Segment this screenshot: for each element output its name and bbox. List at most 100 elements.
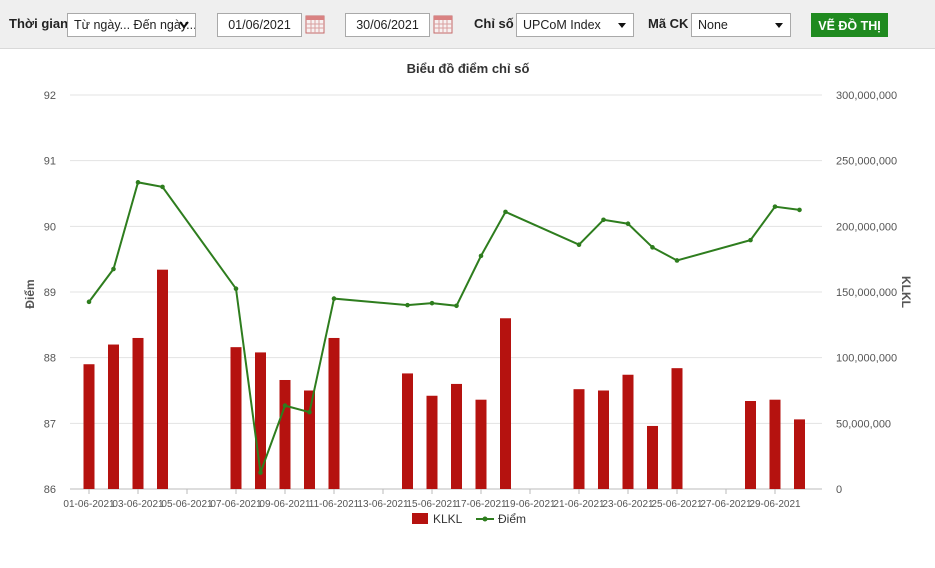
y2-tick-label: 100,000,000: [836, 353, 897, 365]
legend: KLKL Điểm: [412, 512, 526, 526]
x-tick-label: 09-06-2021: [259, 499, 311, 510]
from-date-input[interactable]: 01/06/2021: [217, 13, 302, 37]
caret-down-icon: [774, 14, 784, 36]
index-point: [135, 180, 141, 185]
index-line: [86, 180, 802, 475]
index-point: [233, 286, 239, 292]
x-tick-label: 01-06-2021: [63, 499, 115, 510]
volume-bar: [769, 399, 781, 489]
volume-bar: [622, 374, 634, 489]
chevron-down-icon: [179, 14, 189, 36]
y2-tick-label: 0: [836, 484, 842, 496]
x-tick-label: 03-06-2021: [112, 499, 164, 510]
volume-bar: [230, 347, 242, 489]
index-point: [650, 245, 655, 250]
volume-bar: [132, 337, 144, 489]
index-point: [86, 299, 92, 305]
y-axis-label: Điểm: [23, 279, 37, 308]
volume-bar: [745, 401, 756, 489]
x-tick-label: 17-06-2021: [455, 499, 507, 510]
index-point: [282, 403, 288, 408]
x-tick-label: 07-06-2021: [210, 499, 262, 510]
filter-toolbar: Thời gian Từ ngày... Đến ngày... 01/06/2…: [0, 0, 935, 49]
index-point: [331, 296, 337, 301]
y2-axis-label: KLKL: [899, 276, 913, 308]
volume-bar: [279, 379, 291, 489]
index-point: [454, 303, 459, 309]
index-point: [625, 221, 631, 227]
time-range-value: Từ ngày... Đến ngày...: [74, 18, 196, 32]
index-point: [674, 258, 680, 263]
time-label: Thời gian: [9, 16, 69, 31]
stock-code-label: Mã CK: [648, 16, 689, 31]
volume-bar: [475, 399, 487, 489]
index-point: [258, 470, 263, 475]
index-point: [797, 207, 802, 213]
y-tick-label: 86: [44, 484, 56, 496]
index-point: [429, 300, 435, 306]
volume-bar: [402, 373, 413, 489]
index-point: [160, 184, 165, 190]
x-tick-label: 19-06-2021: [504, 499, 556, 510]
index-point: [111, 266, 116, 272]
x-tick-label: 05-06-2021: [161, 499, 213, 510]
volume-bar: [573, 389, 585, 489]
index-chart: Biểu đồ điểm chỉ số 86 0 87 50,000,000 88 100…: [23, 61, 913, 526]
chart-title: Biểu đồ điểm chỉ số: [407, 61, 530, 76]
y-tick-label: 89: [44, 287, 56, 299]
index-point: [601, 217, 606, 223]
y-tick-label: 88: [44, 353, 56, 365]
x-tick-label: 27-06-2021: [700, 499, 752, 510]
draw-chart-button[interactable]: VẼ ĐỒ THỊ: [811, 13, 888, 37]
index-select[interactable]: UPCoM Index: [516, 13, 634, 37]
stock-code-value: None: [698, 18, 728, 32]
from-date-value: 01/06/2021: [228, 18, 291, 32]
index-point: [503, 209, 508, 215]
volume-bar: [304, 390, 315, 489]
volume-bar: [328, 337, 340, 489]
index-label: Chỉ số: [474, 16, 514, 31]
x-tick-label: 11-06-2021: [309, 499, 360, 510]
y2-tick-label: 50,000,000: [836, 418, 891, 430]
x-tick-label: 23-06-2021: [602, 499, 654, 510]
index-value: UPCoM Index: [523, 18, 601, 32]
to-date-input[interactable]: 30/06/2021: [345, 13, 430, 37]
y-tick-label: 90: [44, 221, 56, 233]
y-tick-label: 87: [44, 418, 56, 430]
y2-tick-label: 250,000,000: [836, 156, 897, 168]
x-tick-label: 15-06-2021: [406, 499, 458, 510]
legend-line-marker: [482, 516, 488, 522]
x-tick-label: 25-06-2021: [651, 499, 703, 510]
x-tick-label: 13-06-2021: [357, 499, 409, 510]
caret-down-icon: [617, 14, 627, 36]
volume-bar: [83, 364, 95, 489]
index-point: [772, 204, 778, 209]
time-range-select[interactable]: Từ ngày... Đến ngày...: [67, 13, 196, 37]
index-point: [405, 302, 410, 308]
legend-line-label[interactable]: Điểm: [498, 512, 526, 526]
index-point: [478, 253, 484, 259]
volume-bar: [426, 395, 438, 489]
volume-bars: [83, 269, 805, 489]
y2-tick-label: 150,000,000: [836, 287, 897, 299]
volume-bar: [451, 383, 462, 489]
volume-bar: [647, 425, 658, 489]
calendar-icon[interactable]: [305, 14, 325, 34]
y2-tick-label: 200,000,000: [836, 221, 897, 233]
grid-lines: [70, 94, 822, 490]
y2-tick-label: 300,000,000: [836, 90, 897, 102]
x-tick-label: 21-06-2021: [553, 499, 605, 510]
to-date-value: 30/06/2021: [356, 18, 419, 32]
volume-bar: [794, 419, 805, 489]
stock-code-select[interactable]: None: [691, 13, 791, 37]
legend-bar-label[interactable]: KLKL: [433, 512, 463, 526]
calendar-icon[interactable]: [433, 14, 453, 34]
y-tick-label: 91: [44, 156, 56, 168]
volume-bar: [157, 269, 168, 489]
volume-bar: [500, 318, 511, 489]
volume-bar: [598, 390, 609, 489]
legend-bar-swatch: [412, 513, 428, 524]
index-point: [748, 237, 753, 243]
axes: 86 0 87 50,000,000 88 100,000,000 89 150,000,00…: [44, 90, 897, 510]
index-point: [307, 409, 312, 415]
